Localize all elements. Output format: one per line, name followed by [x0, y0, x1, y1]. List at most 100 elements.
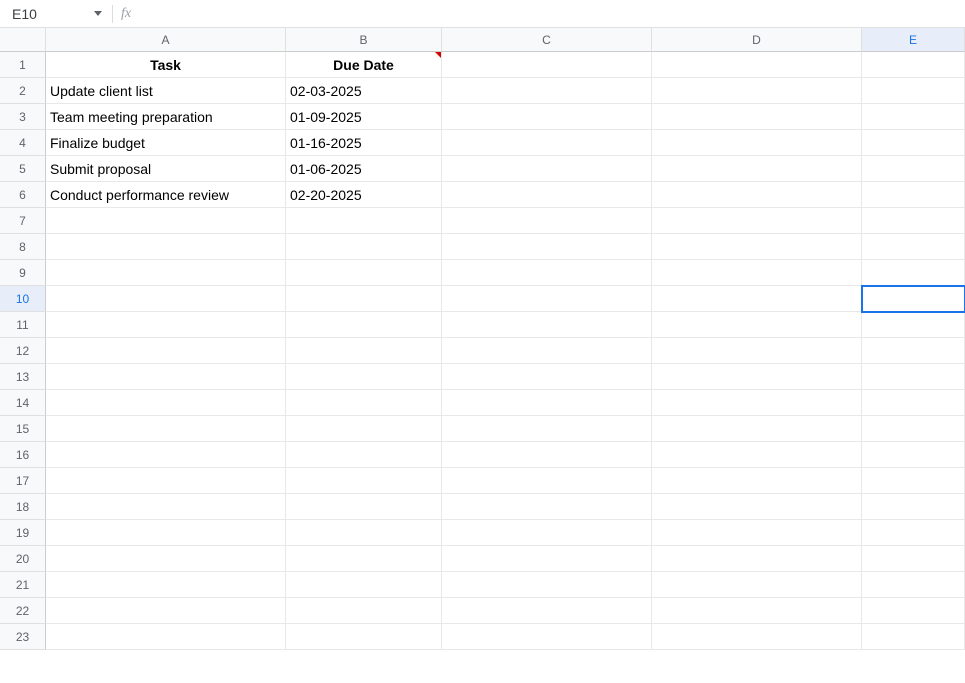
cell-E7[interactable] [862, 208, 965, 234]
cell-D17[interactable] [652, 468, 862, 494]
column-header-A[interactable]: A [46, 28, 286, 52]
cell-E15[interactable] [862, 416, 965, 442]
cell-D15[interactable] [652, 416, 862, 442]
row-header-2[interactable]: 2 [0, 78, 46, 104]
cell-A6[interactable]: Conduct performance review [46, 182, 286, 208]
cell-E10[interactable] [862, 286, 965, 312]
row-header-9[interactable]: 9 [0, 260, 46, 286]
cell-E17[interactable] [862, 468, 965, 494]
row-header-10[interactable]: 10 [0, 286, 46, 312]
cell-B21[interactable] [286, 572, 442, 598]
cell-C11[interactable] [442, 312, 652, 338]
row-header-3[interactable]: 3 [0, 104, 46, 130]
cell-C20[interactable] [442, 546, 652, 572]
cell-E16[interactable] [862, 442, 965, 468]
cell-A9[interactable] [46, 260, 286, 286]
column-header-B[interactable]: B [286, 28, 442, 52]
cell-E11[interactable] [862, 312, 965, 338]
cell-B13[interactable] [286, 364, 442, 390]
cell-B4[interactable]: 01-16-2025 [286, 130, 442, 156]
column-header-C[interactable]: C [442, 28, 652, 52]
cell-A5[interactable]: Submit proposal [46, 156, 286, 182]
row-header-4[interactable]: 4 [0, 130, 46, 156]
cell-E13[interactable] [862, 364, 965, 390]
row-header-11[interactable]: 11 [0, 312, 46, 338]
cell-A7[interactable] [46, 208, 286, 234]
cell-D12[interactable] [652, 338, 862, 364]
row-header-16[interactable]: 16 [0, 442, 46, 468]
cell-C4[interactable] [442, 130, 652, 156]
cell-B7[interactable] [286, 208, 442, 234]
cell-B2[interactable]: 02-03-2025 [286, 78, 442, 104]
cell-B15[interactable] [286, 416, 442, 442]
cell-C7[interactable] [442, 208, 652, 234]
column-header-D[interactable]: D [652, 28, 862, 52]
cell-A17[interactable] [46, 468, 286, 494]
formula-input[interactable] [137, 3, 959, 25]
cell-B18[interactable] [286, 494, 442, 520]
row-header-14[interactable]: 14 [0, 390, 46, 416]
row-header-22[interactable]: 22 [0, 598, 46, 624]
cell-C8[interactable] [442, 234, 652, 260]
cell-D20[interactable] [652, 546, 862, 572]
cell-D2[interactable] [652, 78, 862, 104]
row-header-20[interactable]: 20 [0, 546, 46, 572]
cell-A1[interactable]: Task [46, 52, 286, 78]
cell-C1[interactable] [442, 52, 652, 78]
cell-A8[interactable] [46, 234, 286, 260]
cell-A22[interactable] [46, 598, 286, 624]
cell-A16[interactable] [46, 442, 286, 468]
select-all-corner[interactable] [0, 28, 46, 52]
cell-E21[interactable] [862, 572, 965, 598]
cell-D21[interactable] [652, 572, 862, 598]
cell-E14[interactable] [862, 390, 965, 416]
cell-C13[interactable] [442, 364, 652, 390]
row-header-19[interactable]: 19 [0, 520, 46, 546]
name-box[interactable]: E10 [6, 3, 88, 25]
cell-C18[interactable] [442, 494, 652, 520]
column-header-E[interactable]: E [862, 28, 965, 52]
cell-C10[interactable] [442, 286, 652, 312]
row-header-13[interactable]: 13 [0, 364, 46, 390]
cell-C23[interactable] [442, 624, 652, 650]
cell-D1[interactable] [652, 52, 862, 78]
cell-B5[interactable]: 01-06-2025 [286, 156, 442, 182]
cell-B23[interactable] [286, 624, 442, 650]
cell-A4[interactable]: Finalize budget [46, 130, 286, 156]
cell-B19[interactable] [286, 520, 442, 546]
cell-B1[interactable]: Due Date [286, 52, 442, 78]
cell-D16[interactable] [652, 442, 862, 468]
cell-D22[interactable] [652, 598, 862, 624]
cell-E22[interactable] [862, 598, 965, 624]
cell-A18[interactable] [46, 494, 286, 520]
row-header-8[interactable]: 8 [0, 234, 46, 260]
cell-D3[interactable] [652, 104, 862, 130]
cell-E6[interactable] [862, 182, 965, 208]
cell-A2[interactable]: Update client list [46, 78, 286, 104]
cell-D18[interactable] [652, 494, 862, 520]
cell-A21[interactable] [46, 572, 286, 598]
cell-E5[interactable] [862, 156, 965, 182]
cell-D10[interactable] [652, 286, 862, 312]
cell-E8[interactable] [862, 234, 965, 260]
cell-A19[interactable] [46, 520, 286, 546]
cell-E12[interactable] [862, 338, 965, 364]
cell-D5[interactable] [652, 156, 862, 182]
cell-C9[interactable] [442, 260, 652, 286]
row-header-5[interactable]: 5 [0, 156, 46, 182]
row-header-1[interactable]: 1 [0, 52, 46, 78]
cell-D23[interactable] [652, 624, 862, 650]
cell-C15[interactable] [442, 416, 652, 442]
cell-A12[interactable] [46, 338, 286, 364]
cell-E20[interactable] [862, 546, 965, 572]
cell-A10[interactable] [46, 286, 286, 312]
cell-D13[interactable] [652, 364, 862, 390]
cell-B9[interactable] [286, 260, 442, 286]
cell-D11[interactable] [652, 312, 862, 338]
cell-D8[interactable] [652, 234, 862, 260]
cell-B12[interactable] [286, 338, 442, 364]
cell-C2[interactable] [442, 78, 652, 104]
row-header-21[interactable]: 21 [0, 572, 46, 598]
cell-B10[interactable] [286, 286, 442, 312]
cell-C6[interactable] [442, 182, 652, 208]
